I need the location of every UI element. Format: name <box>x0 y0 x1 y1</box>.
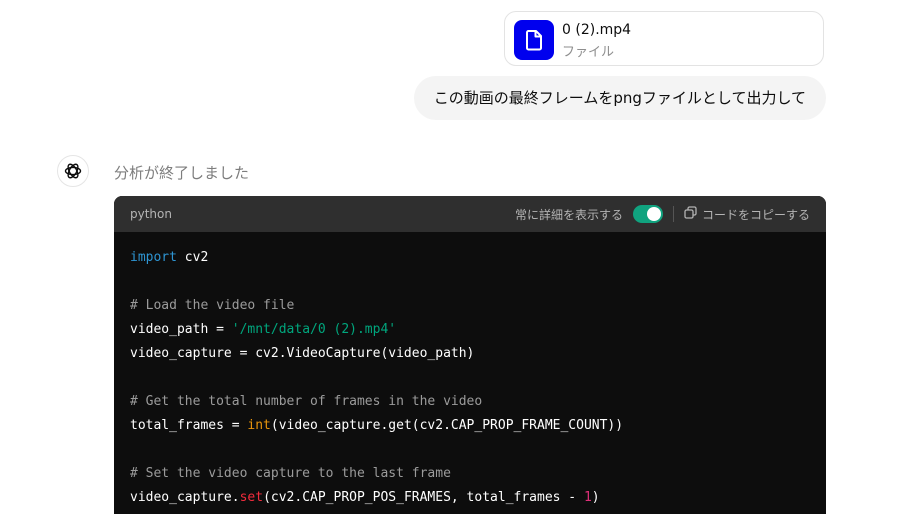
chat-page: 0 (2).mp4 ファイル この動画の最終フレームをpngファイルとして出力し… <box>0 0 917 514</box>
file-attachment-card[interactable]: 0 (2).mp4 ファイル <box>504 11 824 66</box>
copy-icon <box>684 206 697 222</box>
code-line: video_path = '/mnt/data/0 (2).mp4' <box>130 318 810 342</box>
code-language-label: python <box>130 207 172 221</box>
code-block: python 常に詳細を表示する コードをコピーする import cv2 # … <box>114 196 826 514</box>
code-token: # Get the total number of frames in the … <box>130 394 483 409</box>
copy-code-label: コードをコピーする <box>701 207 810 222</box>
code-line: # Set the video capture to the last fram… <box>130 462 810 486</box>
openai-logo-icon <box>57 155 89 187</box>
header-divider <box>672 206 674 222</box>
always-show-details-toggle[interactable] <box>632 205 663 223</box>
code-token: cv2 <box>176 250 209 265</box>
code-token: # Load the video file <box>130 298 295 313</box>
file-name: 0 (2).mp4 <box>562 22 632 38</box>
code-block-header: python 常に詳細を表示する コードをコピーする <box>114 196 826 232</box>
code-line: video_capture.set(cv2.CAP_PROP_POS_FRAME… <box>130 486 810 510</box>
code-token: ) <box>591 490 600 505</box>
code-token: '/mnt/data/0 (2).mp4' <box>231 322 397 337</box>
code-token: import <box>130 250 177 265</box>
code-line: total_frames = int(video_capture.get(cv2… <box>130 414 810 438</box>
file-icon <box>514 20 554 60</box>
copy-code-button[interactable]: コードをコピーする <box>684 206 810 223</box>
analysis-status[interactable]: 分析が終了しました <box>114 162 249 183</box>
code-token: (cv2.CAP_PROP_POS_FRAMES, total_frames - <box>263 490 584 505</box>
code-token: video_capture. <box>130 490 240 505</box>
code-token: 1 <box>583 490 592 505</box>
user-message-bubble: この動画の最終フレームをpngファイルとして出力して <box>413 76 826 120</box>
code-token: video_path = <box>130 322 232 337</box>
always-show-details-label: 常に詳細を表示する <box>514 207 623 222</box>
code-token: (video_capture.get(cv2.CAP_PROP_FRAME_CO… <box>270 418 624 433</box>
toggle-knob <box>646 207 661 221</box>
code-token: total_frames = <box>130 418 248 433</box>
code-token: int <box>247 418 271 433</box>
code-token: set <box>239 490 264 505</box>
code-line: # Get the total number of frames in the … <box>130 390 810 414</box>
code-token: # Set the video capture to the last fram… <box>130 466 451 481</box>
file-type-label: ファイル <box>562 45 615 60</box>
code-line: video_capture = cv2.VideoCapture(video_p… <box>130 342 810 366</box>
code-token: video_capture = cv2.VideoCapture(video_p… <box>130 346 475 361</box>
code-line: # Load the video file <box>130 294 810 318</box>
code-line: import cv2 <box>130 246 810 270</box>
code-content[interactable]: import cv2 # Load the video file video_pat… <box>114 232 826 510</box>
